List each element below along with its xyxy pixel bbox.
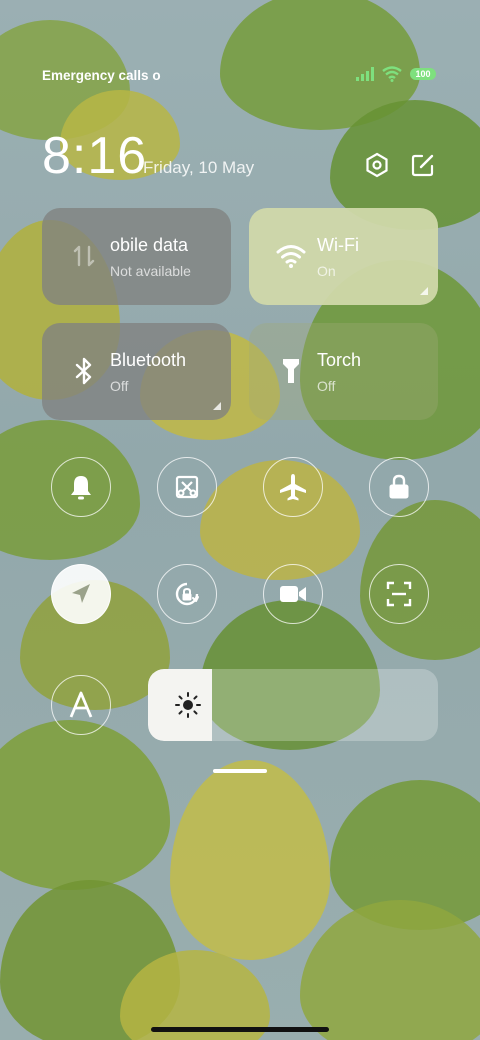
mobile-data-icon [68,240,100,272]
torch-title: Torch [317,350,362,370]
airplane-icon [280,474,306,501]
wifi-icon [382,66,402,82]
brightness-icon [175,692,201,718]
status-bar: Emergency calls o 100 [42,66,436,86]
expand-corner-icon [213,402,221,410]
settings-icon [366,152,388,178]
clock: 8:16 [42,127,148,185]
battery-icon: 100 [410,68,436,80]
carrier-text: Emergency calls o [42,68,161,83]
location-toggle[interactable] [51,564,111,624]
bluetooth-icon [68,355,100,387]
wifi-tile[interactable]: Wi-Fi On [249,208,438,305]
font-toggle[interactable] [51,675,111,735]
silent-toggle[interactable] [51,457,111,517]
torch-tile[interactable]: Torch Off [249,323,438,420]
scanner-icon [386,581,412,607]
home-indicator[interactable] [151,1027,329,1032]
torch-icon [275,355,307,387]
battery-level: 100 [415,69,431,79]
bluetooth-tile[interactable]: Bluetooth Off [42,323,231,420]
lock-screen-toggle[interactable] [369,457,429,517]
scanner-toggle[interactable] [369,564,429,624]
screenshot-icon [175,475,199,499]
brightness-slider[interactable] [148,669,438,741]
rotation-lock-icon [175,582,199,606]
edit-button[interactable] [408,150,438,180]
mobile-data-status: Not available [110,263,191,279]
panel-drag-handle[interactable] [213,769,267,773]
mobile-data-tile[interactable]: obile data Not available [42,208,231,305]
wifi-status: On [317,263,336,279]
settings-button[interactable] [362,150,392,180]
torch-status: Off [317,378,336,394]
bluetooth-status: Off [110,378,129,394]
bluetooth-title: Bluetooth [110,350,187,370]
rotation-lock-toggle[interactable] [157,564,217,624]
edit-icon [411,154,434,177]
font-icon [69,691,93,718]
video-camera-icon [280,586,306,602]
lock-icon [389,474,409,499]
location-icon [72,584,90,603]
bell-icon [71,476,91,500]
airplane-toggle[interactable] [263,457,323,517]
screen-recorder-toggle[interactable] [263,564,323,624]
wifi-title: Wi-Fi [317,235,359,255]
mobile-data-title: obile data [110,235,189,255]
expand-corner-icon [420,287,428,295]
date: Friday, 10 May [143,158,255,177]
signal-icon [356,67,374,81]
screenshot-toggle[interactable] [157,457,217,517]
wifi-icon [275,240,307,272]
